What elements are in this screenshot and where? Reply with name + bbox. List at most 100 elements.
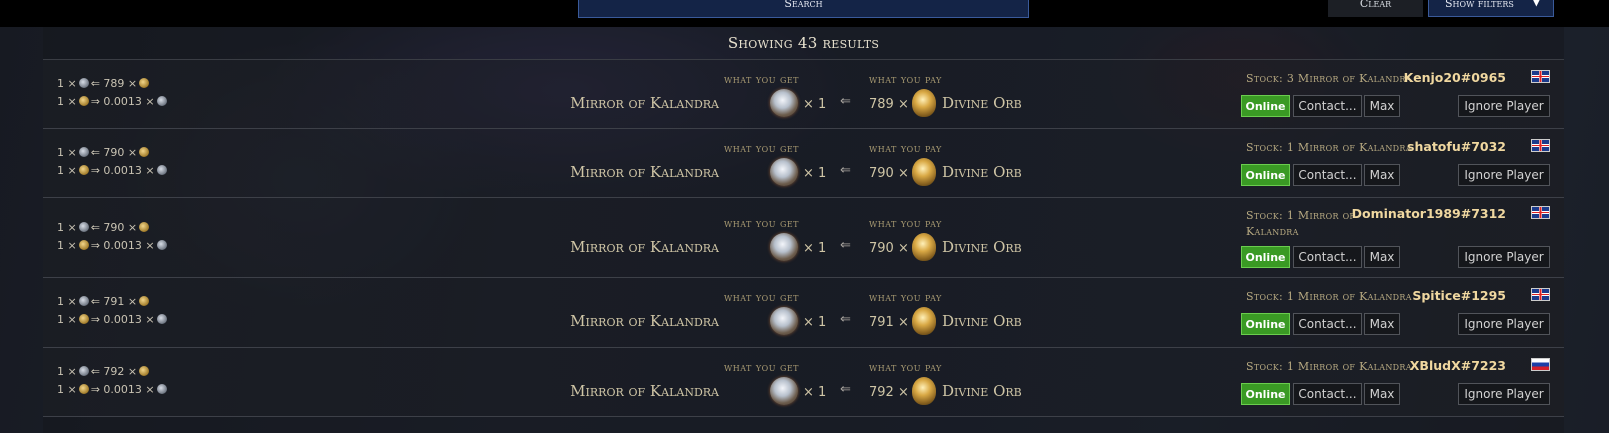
mirror-icon <box>156 96 167 106</box>
online-status-badge: Online <box>1241 383 1290 405</box>
get-multiplier: × 1 <box>803 166 827 181</box>
ratio-text: ⇒ 0.0013 × <box>90 313 155 326</box>
russia-flag-icon <box>1531 358 1550 371</box>
exchange-ratio: 1 × ⇐ 792 × 1 × ⇒ 0.0013 × <box>57 363 169 399</box>
contact-button[interactable]: Contact... <box>1293 164 1362 186</box>
mirror-of-kalandra-icon[interactable] <box>770 158 798 186</box>
exchange-ratio: 1 × ⇐ 789 × 1 × ⇒ 0.0013 × <box>57 75 169 111</box>
online-status-badge: Online <box>1241 313 1290 335</box>
max-button[interactable]: Max <box>1364 383 1400 405</box>
uk-flag-icon <box>1531 70 1550 83</box>
ratio-text: 1 × <box>57 295 77 308</box>
divine-orb-icon <box>78 314 89 324</box>
divine-orb-icon <box>78 240 89 250</box>
get-item-name[interactable]: Mirror of Kalandra <box>570 382 719 400</box>
divine-orb-icon[interactable] <box>912 89 936 117</box>
pay-item-name[interactable]: Divine Orb <box>942 238 1022 256</box>
exchange-arrow-icon: ⇐ <box>840 312 851 327</box>
get-item-name[interactable]: Mirror of Kalandra <box>570 94 719 112</box>
get-item-name[interactable]: Mirror of Kalandra <box>570 163 719 181</box>
mirror-icon <box>156 314 167 324</box>
ignore-player-button[interactable]: Ignore Player <box>1458 164 1550 186</box>
mirror-icon <box>156 240 167 250</box>
get-multiplier: × 1 <box>803 97 827 112</box>
mirror-icon <box>78 78 89 88</box>
exchange-ratio: 1 × ⇐ 790 × 1 × ⇒ 0.0013 × <box>57 144 169 180</box>
divine-orb-icon[interactable] <box>912 158 936 186</box>
player-name[interactable]: Dominator1989#7312 <box>1352 206 1506 221</box>
player-name[interactable]: Spitice#1295 <box>1412 288 1506 303</box>
what-you-get-label: what you get <box>724 142 800 155</box>
divine-orb-icon[interactable] <box>912 377 936 405</box>
uk-flag-icon <box>1531 288 1550 301</box>
max-button[interactable]: Max <box>1364 95 1400 117</box>
exchange-arrow-icon: ⇐ <box>840 163 851 178</box>
uk-flag-icon <box>1531 206 1550 219</box>
mirror-of-kalandra-icon[interactable] <box>770 233 798 261</box>
result-row: 1 × ⇐ 789 × 1 × ⇒ 0.0013 × what you get wh… <box>43 60 1564 129</box>
get-multiplier: × 1 <box>803 385 827 400</box>
get-multiplier: × 1 <box>803 241 827 256</box>
exchange-ratio: 1 × ⇐ 791 × 1 × ⇒ 0.0013 × <box>57 293 169 329</box>
mirror-of-kalandra-icon[interactable] <box>770 307 798 335</box>
ratio-text: ⇒ 0.0013 × <box>90 95 155 108</box>
pay-amount: 789 × <box>869 97 909 112</box>
ratio-text: 1 × <box>57 313 77 326</box>
mirror-icon <box>156 165 167 175</box>
ignore-player-button[interactable]: Ignore Player <box>1458 95 1550 117</box>
what-you-pay-label: what you pay <box>869 217 942 230</box>
pay-item-name[interactable]: Divine Orb <box>942 382 1022 400</box>
get-item-name[interactable]: Mirror of Kalandra <box>570 312 719 330</box>
max-button[interactable]: Max <box>1364 164 1400 186</box>
result-row: 1 × ⇐ 791 × 1 × ⇒ 0.0013 × what you get wh… <box>43 278 1564 348</box>
pay-item-name[interactable]: Divine Orb <box>942 94 1022 112</box>
what-you-get-label: what you get <box>724 73 800 86</box>
get-item-name[interactable]: Mirror of Kalandra <box>570 238 719 256</box>
divine-orb-icon <box>78 165 89 175</box>
what-you-get-label: what you get <box>724 291 800 304</box>
max-button[interactable]: Max <box>1364 246 1400 268</box>
ratio-text: 1 × <box>57 239 77 252</box>
online-status-badge: Online <box>1241 246 1290 268</box>
contact-button[interactable]: Contact... <box>1293 383 1362 405</box>
clear-button[interactable]: Clear <box>1328 0 1423 17</box>
divine-orb-icon[interactable] <box>912 307 936 335</box>
ratio-text: 1 × <box>57 365 77 378</box>
max-button[interactable]: Max <box>1364 313 1400 335</box>
player-name[interactable]: shatofu#7032 <box>1407 139 1506 154</box>
ratio-text: ⇒ 0.0013 × <box>90 164 155 177</box>
divine-orb-icon[interactable] <box>912 233 936 261</box>
pay-item-name[interactable]: Divine Orb <box>942 163 1022 181</box>
contact-button[interactable]: Contact... <box>1293 313 1362 335</box>
ratio-text: ⇒ 0.0013 × <box>90 239 155 252</box>
player-name[interactable]: Kenjo20#0965 <box>1404 70 1506 85</box>
divine-orb-icon <box>139 296 150 306</box>
ignore-player-button[interactable]: Ignore Player <box>1458 246 1550 268</box>
online-status-badge: Online <box>1241 95 1290 117</box>
player-name[interactable]: XBludX#7223 <box>1410 358 1506 373</box>
pay-item-name[interactable]: Divine Orb <box>942 312 1022 330</box>
ratio-text: ⇐ 792 × <box>90 365 138 378</box>
exchange-arrow-icon: ⇐ <box>840 238 851 253</box>
mirror-icon <box>78 147 89 157</box>
what-you-pay-label: what you pay <box>869 142 942 155</box>
results-count: Showing 43 results <box>43 27 1564 60</box>
what-you-get-label: what you get <box>724 361 800 374</box>
divine-orb-icon <box>139 147 150 157</box>
ignore-player-button[interactable]: Ignore Player <box>1458 313 1550 335</box>
contact-button[interactable]: Contact... <box>1293 95 1362 117</box>
ignore-player-button[interactable]: Ignore Player <box>1458 383 1550 405</box>
search-button[interactable]: Search <box>578 0 1029 18</box>
show-filters-button[interactable]: Show filters ▼ <box>1428 0 1554 17</box>
exchange-arrow-icon: ⇐ <box>840 382 851 397</box>
ratio-text: 1 × <box>57 383 77 396</box>
results-panel: Showing 43 results 1 × ⇐ 789 × 1 × ⇒ 0.001… <box>43 27 1564 433</box>
what-you-pay-label: what you pay <box>869 361 942 374</box>
get-multiplier: × 1 <box>803 315 827 330</box>
what-you-get-label: what you get <box>724 217 800 230</box>
mirror-of-kalandra-icon[interactable] <box>770 377 798 405</box>
mirror-of-kalandra-icon[interactable] <box>770 89 798 117</box>
contact-button[interactable]: Contact... <box>1293 246 1362 268</box>
mirror-icon <box>78 296 89 306</box>
exchange-arrow-icon: ⇐ <box>840 94 851 109</box>
